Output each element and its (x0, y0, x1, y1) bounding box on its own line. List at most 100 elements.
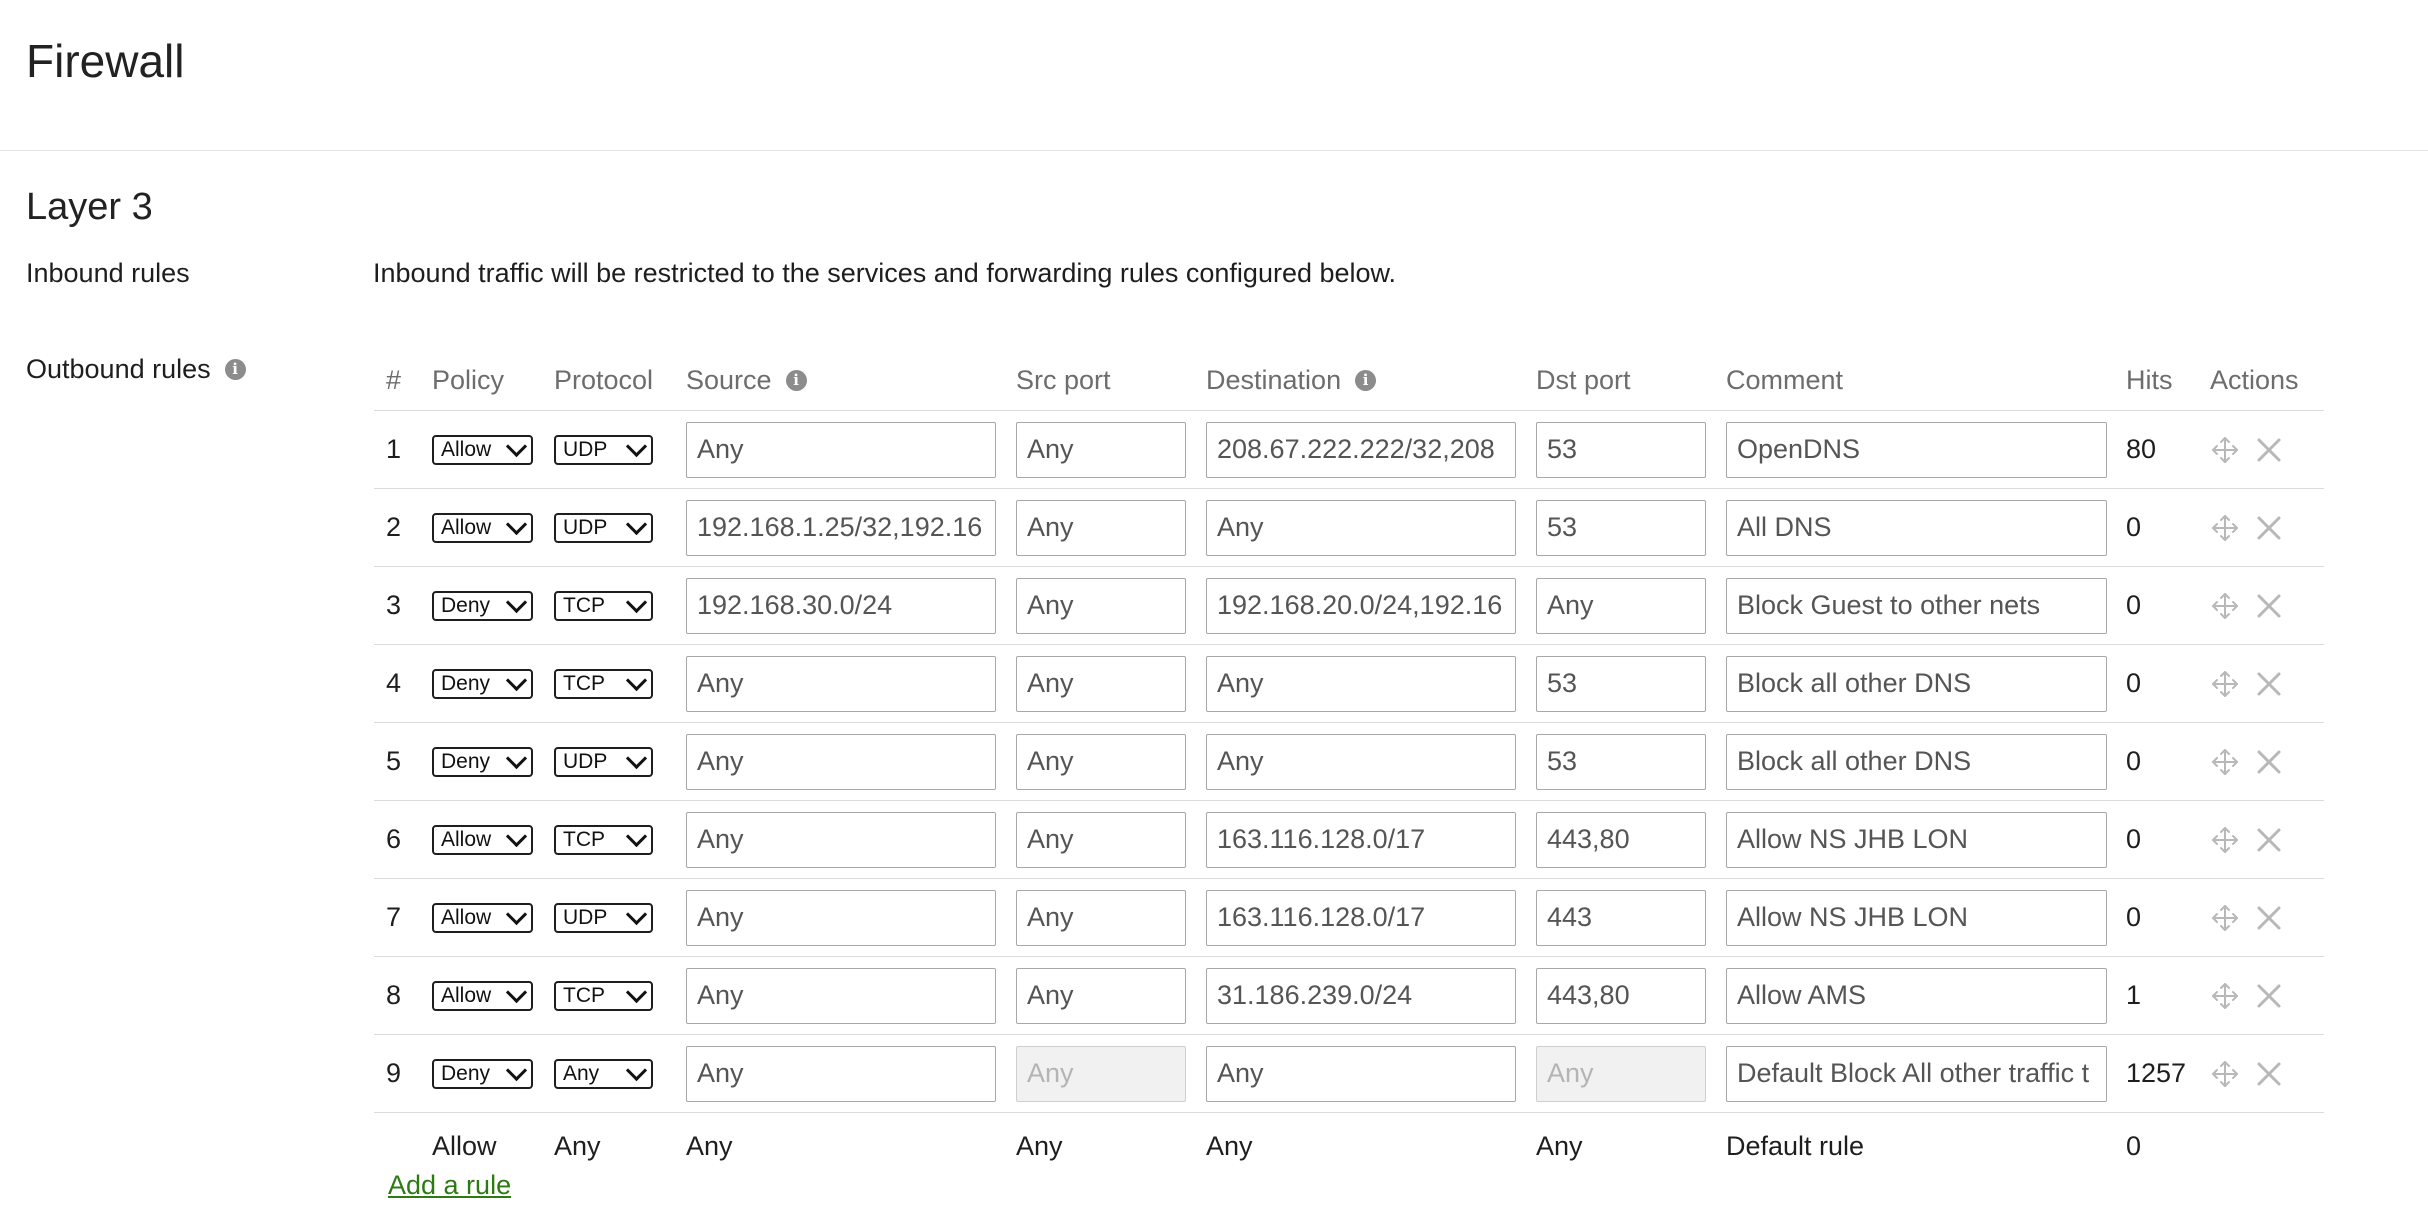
source-input[interactable]: Any (686, 1045, 996, 1102)
policy-select[interactable]: Allow (432, 980, 533, 1011)
src-port-input[interactable]: Any (1016, 1045, 1186, 1102)
dst-port-input[interactable]: 53 (1536, 421, 1706, 478)
src-port-input[interactable]: Any (1016, 889, 1186, 946)
policy-select[interactable]: Deny (432, 668, 533, 699)
policy-select[interactable]: Allow (432, 902, 533, 933)
source-input[interactable]: 192.168.30.0/24 (686, 577, 996, 634)
comment-input[interactable]: All DNS (1726, 499, 2107, 556)
row-number: 4 (386, 668, 402, 698)
move-icon[interactable] (2210, 513, 2240, 543)
destination-input[interactable]: Any (1206, 733, 1516, 790)
src-port-input[interactable]: Any (1016, 967, 1186, 1024)
protocol-select[interactable]: UDP (554, 746, 653, 777)
comment-input[interactable]: Allow NS JHB LON (1726, 811, 2107, 868)
comment-input[interactable]: Block Guest to other nets (1726, 577, 2107, 634)
source-info-icon[interactable]: i (785, 369, 807, 391)
move-icon[interactable] (2210, 1059, 2240, 1089)
protocol-select[interactable]: UDP (554, 902, 653, 933)
dst-port-input[interactable]: 443,80 (1536, 967, 1706, 1024)
close-icon[interactable] (2256, 749, 2282, 775)
dst-port-input[interactable]: Any (1536, 577, 1706, 634)
destination-input[interactable]: Any (1206, 655, 1516, 712)
table-header: # Policy Protocol Source i Src port Dest… (374, 350, 2324, 411)
src-port-input[interactable]: Any (1016, 733, 1186, 790)
move-icon[interactable] (2210, 435, 2240, 465)
comment-input[interactable]: Allow AMS (1726, 967, 2107, 1024)
comment-input[interactable]: OpenDNS (1726, 421, 2107, 478)
protocol-select[interactable]: Any (554, 1058, 653, 1089)
protocol-select[interactable]: TCP (554, 668, 653, 699)
destination-input[interactable]: 163.116.128.0/17 (1206, 811, 1516, 868)
close-icon[interactable] (2256, 671, 2282, 697)
close-icon[interactable] (2256, 1061, 2282, 1087)
src-port-input[interactable]: Any (1016, 499, 1186, 556)
row-actions (2210, 1059, 2282, 1089)
policy-cell: Deny (432, 590, 533, 621)
comment-input[interactable]: Default Block All other traffic t (1726, 1045, 2107, 1102)
comment-input[interactable]: Block all other DNS (1726, 655, 2107, 712)
move-icon[interactable] (2210, 591, 2240, 621)
src-port-input[interactable]: Any (1016, 421, 1186, 478)
destination-input[interactable]: Any (1206, 499, 1516, 556)
row-actions (2210, 747, 2282, 777)
protocol-select[interactable]: UDP (554, 434, 653, 465)
dst-port-input[interactable]: 443 (1536, 889, 1706, 946)
close-icon[interactable] (2256, 515, 2282, 541)
close-icon[interactable] (2256, 983, 2282, 1009)
source-input[interactable]: Any (686, 655, 996, 712)
policy-select[interactable]: Allow (432, 512, 533, 543)
table-row: 3 Deny TCP 192.168.30.0/24 Any 192.168.2… (374, 567, 2324, 645)
destination-input[interactable]: 208.67.222.222/32,208 (1206, 421, 1516, 478)
destination-input[interactable]: Any (1206, 1045, 1516, 1102)
protocol-select[interactable]: TCP (554, 590, 653, 621)
source-input[interactable]: Any (686, 889, 996, 946)
info-icon[interactable]: i (224, 359, 246, 380)
src-port-input[interactable]: Any (1016, 811, 1186, 868)
source-input[interactable]: 192.168.1.25/32,192.16 (686, 499, 996, 556)
protocol-select[interactable]: UDP (554, 512, 653, 543)
move-icon[interactable] (2210, 669, 2240, 699)
source-input[interactable]: Any (686, 811, 996, 868)
destination-input[interactable]: 192.168.20.0/24,192.16 (1206, 577, 1516, 634)
dst-port-input[interactable]: 53 (1536, 733, 1706, 790)
policy-select[interactable]: Deny (432, 1058, 533, 1089)
dst-port-input[interactable]: 443,80 (1536, 811, 1706, 868)
comment-input[interactable]: Allow NS JHB LON (1726, 889, 2107, 946)
comment-input[interactable]: Block all other DNS (1726, 733, 2107, 790)
source-input[interactable]: Any (686, 421, 996, 478)
protocol-cell: UDP (554, 512, 653, 543)
dst-port-input[interactable]: 53 (1536, 655, 1706, 712)
header-divider (0, 150, 2428, 151)
default-protocol: Any (554, 1130, 601, 1161)
move-icon[interactable] (2210, 903, 2240, 933)
protocol-select[interactable]: TCP (554, 980, 653, 1011)
add-rule-link[interactable]: Add a rule (388, 1170, 511, 1201)
dst-port-input[interactable]: 53 (1536, 499, 1706, 556)
policy-select[interactable]: Deny (432, 746, 533, 777)
src-port-input[interactable]: Any (1016, 577, 1186, 634)
src-port-input[interactable]: Any (1016, 655, 1186, 712)
chevron-down-icon (505, 1059, 528, 1081)
policy-cell: Allow (432, 512, 533, 543)
close-icon[interactable] (2256, 593, 2282, 619)
close-icon[interactable] (2256, 827, 2282, 853)
destination-info-icon[interactable]: i (1355, 369, 1377, 391)
move-icon[interactable] (2210, 825, 2240, 855)
source-input[interactable]: Any (686, 733, 996, 790)
protocol-select[interactable]: TCP (554, 824, 653, 855)
move-icon[interactable] (2210, 981, 2240, 1011)
dst-port-input[interactable]: Any (1536, 1045, 1706, 1102)
policy-select[interactable]: Allow (432, 434, 533, 465)
policy-select[interactable]: Deny (432, 590, 533, 621)
hits-value: 0 (2126, 746, 2142, 776)
destination-input[interactable]: 31.186.239.0/24 (1206, 967, 1516, 1024)
close-icon[interactable] (2256, 905, 2282, 931)
policy-select[interactable]: Allow (432, 824, 533, 855)
close-icon[interactable] (2256, 437, 2282, 463)
move-icon[interactable] (2210, 747, 2240, 777)
destination-input[interactable]: 163.116.128.0/17 (1206, 889, 1516, 946)
source-input[interactable]: Any (686, 967, 996, 1024)
protocol-value: UDP (563, 437, 608, 461)
row-number: 8 (386, 980, 402, 1010)
chevron-down-icon (625, 825, 648, 847)
